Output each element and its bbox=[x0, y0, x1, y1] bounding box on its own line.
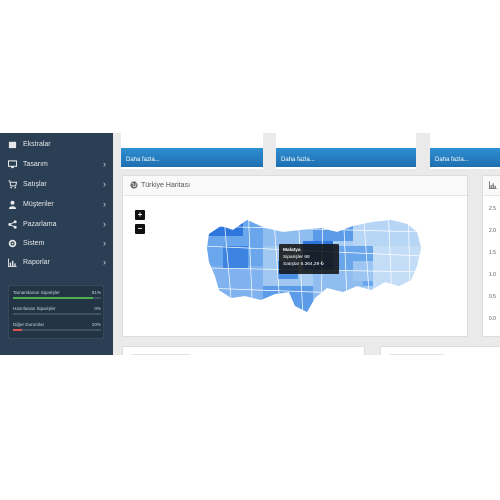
sidebar-item-label: Pazarlama bbox=[23, 221, 57, 228]
chevron-right-icon: › bbox=[103, 179, 106, 189]
summary-tile-3: Daha fazla... bbox=[430, 133, 500, 169]
stat-percent: 10% bbox=[91, 322, 101, 327]
stat-label: Tamamlanan Siparişler bbox=[13, 290, 60, 295]
panel-title: Türkiye Haritası bbox=[141, 182, 191, 189]
chevron-right-icon: › bbox=[103, 238, 106, 248]
sidebar-item-tasarim[interactable]: Tasarım › bbox=[0, 155, 113, 174]
sidebar-item-label: Raporlar bbox=[23, 259, 50, 266]
order-stats-box: Tamamlanan Siparişler 91% Hazırlanan Sip… bbox=[8, 285, 104, 339]
tooltip-title: Malatya bbox=[283, 248, 301, 253]
bar-chart-icon bbox=[8, 258, 17, 267]
progress-fill bbox=[13, 297, 94, 299]
sidebar-item-label: Satışlar bbox=[23, 181, 47, 188]
stat-percent: 0% bbox=[94, 306, 101, 311]
y-tick-label: 1.5 bbox=[489, 250, 496, 256]
panel-header: Türkiye Haritası bbox=[123, 176, 467, 196]
sidebar-item-label: Müşteriler bbox=[23, 201, 54, 208]
share-icon bbox=[8, 220, 17, 229]
turkey-map-panel: Türkiye Haritası + − Malatya Siparişler … bbox=[122, 175, 468, 337]
sidebar-item-satislar[interactable]: Satışlar › bbox=[0, 175, 113, 194]
cart-icon bbox=[8, 180, 17, 189]
sidebar: Ekstralar Tasarım › Satışlar › Müşterile… bbox=[0, 133, 113, 355]
sidebar-item-pazarlama[interactable]: Pazarlama › bbox=[0, 215, 113, 234]
panel-header bbox=[483, 176, 500, 196]
y-tick-label: 1.0 bbox=[489, 272, 496, 278]
stat-completed: Tamamlanan Siparişler 91% bbox=[13, 290, 101, 299]
province-region[interactable] bbox=[263, 206, 313, 246]
bar-chart-icon bbox=[489, 181, 497, 189]
more-link[interactable]: Daha fazla... bbox=[126, 157, 160, 164]
bottom-panel-right bbox=[380, 346, 500, 355]
globe-icon bbox=[130, 181, 138, 189]
stat-percent: 91% bbox=[91, 290, 101, 295]
sidebar-item-label: Ekstralar bbox=[23, 141, 51, 148]
more-link[interactable]: Daha fazla... bbox=[281, 157, 315, 164]
tooltip-sales: Satışlar 6.364,29 ₺ bbox=[283, 262, 324, 267]
progress-track bbox=[13, 329, 101, 331]
province-region[interactable] bbox=[313, 206, 353, 241]
more-link[interactable]: Daha fazla... bbox=[435, 157, 469, 164]
progress-track bbox=[13, 297, 101, 299]
stat-label: Diğer Durumlar bbox=[13, 322, 45, 327]
admin-dashboard: Ekstralar Tasarım › Satışlar › Müşterile… bbox=[0, 133, 500, 355]
chevron-right-icon: › bbox=[103, 199, 106, 209]
sidebar-item-musteriler[interactable]: Müşteriler › bbox=[0, 195, 113, 214]
y-tick-label: 0.5 bbox=[489, 294, 496, 300]
sidebar-item-sistem[interactable]: Sistem › bbox=[0, 234, 113, 253]
tooltip-orders: Siparişler 68 bbox=[283, 255, 310, 260]
stat-processing: Hazırlanan Siparişler 0% bbox=[13, 306, 101, 315]
sidebar-item-label: Tasarım bbox=[23, 161, 48, 168]
province-region[interactable] bbox=[353, 206, 423, 246]
puzzle-icon bbox=[8, 141, 17, 149]
chart-panel: 2.5 2.0 1.5 1.0 0.5 0.0 bbox=[482, 175, 500, 337]
browser-frame: Ekstralar Tasarım › Satışlar › Müşterile… bbox=[0, 0, 500, 500]
progress-fill bbox=[13, 329, 22, 331]
y-tick-label: 2.5 bbox=[489, 206, 496, 212]
zoom-out-button[interactable]: − bbox=[135, 224, 145, 234]
user-icon bbox=[8, 200, 17, 209]
province-region[interactable] bbox=[203, 266, 263, 321]
panel-header-placeholder bbox=[131, 354, 191, 355]
gear-icon bbox=[8, 239, 17, 248]
tile-footer[interactable]: Daha fazla... bbox=[430, 148, 500, 167]
sidebar-item-label: Sistem bbox=[23, 240, 45, 247]
zoom-in-button[interactable]: + bbox=[135, 210, 145, 220]
y-tick-label: 0.0 bbox=[489, 316, 496, 322]
province-region[interactable] bbox=[373, 246, 423, 291]
y-tick-label: 2.0 bbox=[489, 228, 496, 234]
summary-tile-2: Daha fazla... bbox=[276, 133, 416, 169]
sidebar-item-raporlar[interactable]: Raporlar › bbox=[0, 253, 113, 272]
chevron-right-icon: › bbox=[103, 257, 106, 267]
province-region[interactable] bbox=[203, 206, 243, 236]
sidebar-item-ekstralar[interactable]: Ekstralar bbox=[0, 135, 113, 154]
progress-track bbox=[13, 313, 101, 315]
bottom-panel-left bbox=[122, 346, 365, 355]
chevron-right-icon: › bbox=[103, 219, 106, 229]
stat-label: Hazırlanan Siparişler bbox=[13, 306, 56, 311]
panel-header-placeholder bbox=[389, 354, 444, 355]
map-tooltip: Malatya Siparişler 68 Satışlar 6.364,29 … bbox=[279, 244, 339, 274]
stat-other: Diğer Durumlar 10% bbox=[13, 322, 101, 331]
tile-footer[interactable]: Daha fazla... bbox=[121, 148, 263, 167]
monitor-icon bbox=[8, 160, 17, 169]
chevron-right-icon: › bbox=[103, 159, 106, 169]
tile-footer[interactable]: Daha fazla... bbox=[276, 148, 416, 167]
summary-tile-1: Daha fazla... bbox=[121, 133, 263, 169]
